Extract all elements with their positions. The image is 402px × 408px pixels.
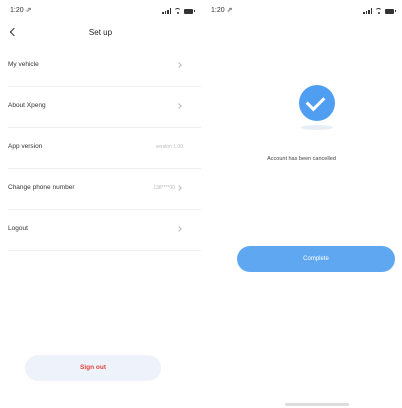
battery-icon — [184, 8, 195, 14]
status-icons — [162, 7, 195, 15]
signal-icon — [162, 8, 171, 14]
item-label: App version — [8, 143, 43, 150]
nav-bar: Set up — [0, 22, 201, 44]
list-item-my-vehicle[interactable]: My vehicle — [8, 46, 201, 87]
success-indicator — [294, 85, 340, 135]
item-label: My vehicle — [8, 61, 39, 68]
list-item-change-phone[interactable]: Change phone number 138****00 — [8, 169, 201, 210]
complete-button[interactable]: Complete — [237, 246, 395, 272]
battery-icon — [385, 8, 396, 14]
check-shadow — [301, 125, 333, 130]
list-item-app-version: App version version 1.00 — [8, 128, 201, 169]
status-time: 1:20 ⇗ — [211, 7, 233, 14]
wifi-icon — [174, 8, 181, 14]
signal-icon — [363, 8, 372, 14]
chevron-right-icon — [177, 103, 183, 109]
chevron-right-icon — [177, 62, 183, 68]
item-value: 138****00 — [153, 185, 175, 191]
setup-screen: 1:20 ⇗ Set up My vehicle About Xpeng App… — [0, 0, 201, 408]
sign-out-button[interactable]: Sign out — [25, 355, 161, 381]
list-item-logout[interactable]: Logout — [8, 210, 201, 251]
status-bar: 1:20 ⇗ — [201, 0, 402, 22]
item-label: Change phone number — [8, 184, 75, 191]
status-bar: 1:20 ⇗ — [0, 0, 201, 22]
wifi-icon — [375, 8, 382, 14]
page-title: Set up — [88, 28, 113, 37]
settings-list: My vehicle About Xpeng App version versi… — [0, 46, 201, 251]
status-time: 1:20 ⇗ — [10, 7, 32, 14]
status-icons — [363, 7, 396, 15]
cancel-success-screen: 1:20 ⇗ Account has been cancelled Comple… — [201, 0, 402, 408]
checkmark-icon — [299, 85, 335, 121]
item-label: Logout — [8, 225, 28, 232]
chevron-right-icon — [177, 226, 183, 232]
home-indicator — [285, 403, 349, 406]
item-value: version 1.00 — [155, 144, 183, 150]
status-message: Account has been cancelled — [267, 156, 336, 162]
item-label: About Xpeng — [8, 102, 46, 109]
chevron-right-icon — [177, 185, 183, 191]
list-item-about[interactable]: About Xpeng — [8, 87, 201, 128]
